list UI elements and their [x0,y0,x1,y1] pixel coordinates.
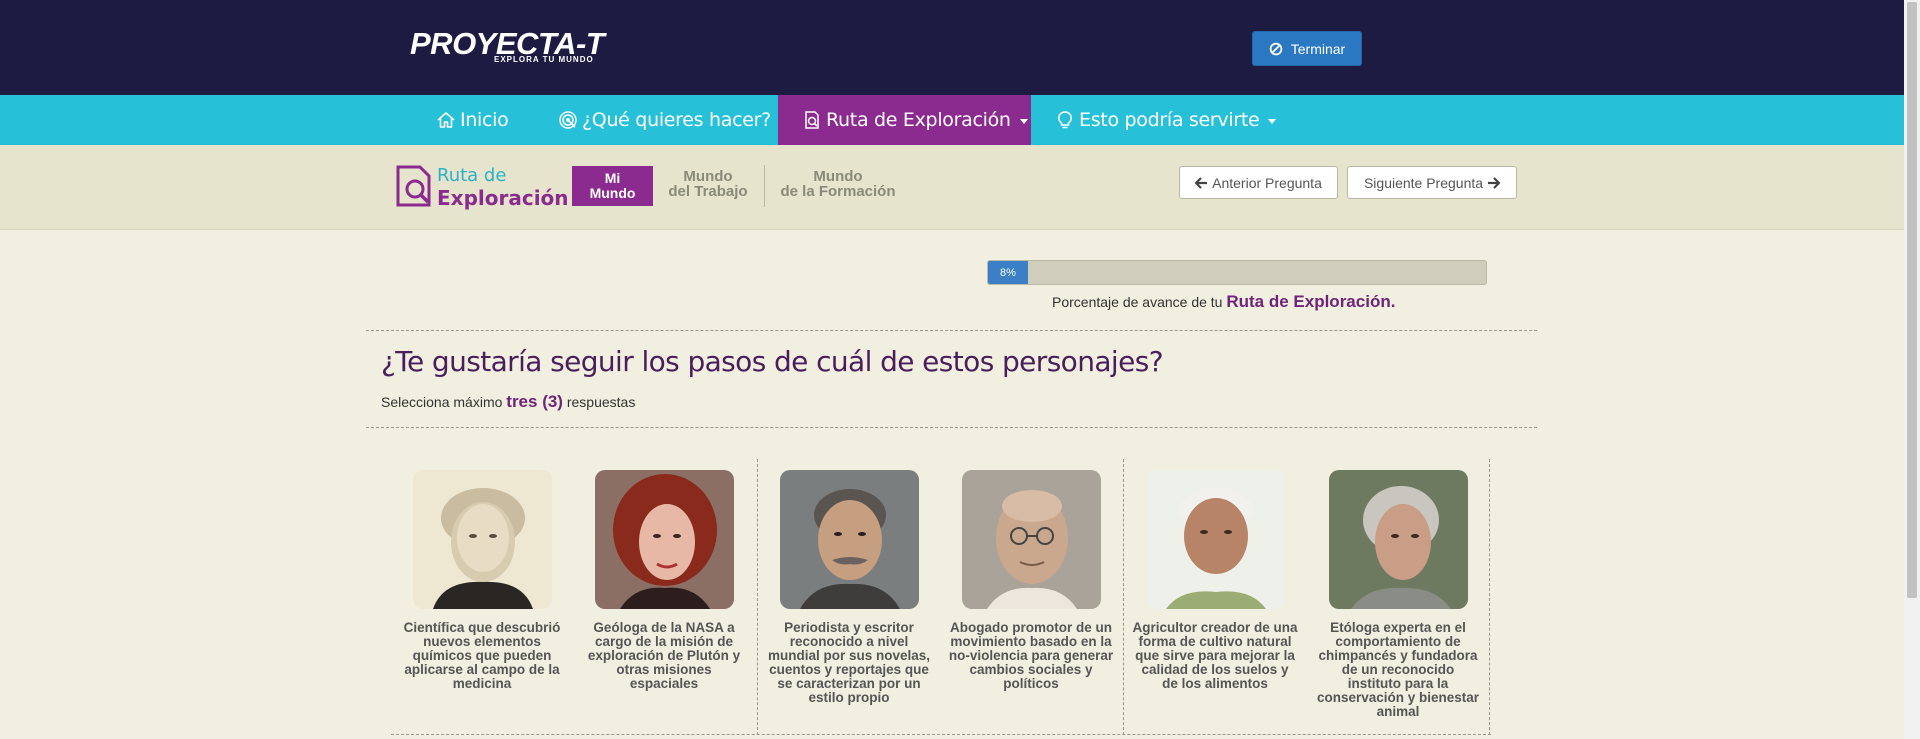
tab-formacion-line1: Mundo [813,168,863,185]
card-divider [1489,459,1490,735]
progress-bar: 8% [987,260,1487,285]
option-description: Científica que descubrió nuevos elemento… [403,620,561,691]
ruta-title-line2: Exploración [437,186,569,210]
tab-mi-mundo-line2: Mundo [589,185,636,201]
card-divider [1123,459,1124,735]
chevron-down-icon [1019,119,1028,124]
nav-label-esto-podria-servirte: Esto podría servirte [1079,109,1260,131]
option-card[interactable]: Periodista y escritor reconocido a nivel… [766,470,932,705]
ban-icon [1269,42,1283,55]
siguiente-pregunta-button[interactable]: Siguiente Pregunta [1347,166,1517,199]
tab-mundo-de-la-formacion[interactable]: Mundo de la Formación [778,169,898,199]
option-description: Geóloga de la NASA a cargo de la misión … [587,620,741,691]
progress-caption: Porcentaje de avance de tu Ruta de Explo… [1052,292,1395,312]
option-description: Periodista y escritor reconocido a nivel… [767,620,931,705]
nav-label-que-quieres-hacer: ¿Qué quieres hacer? [582,109,771,131]
portrait-photo [779,470,919,609]
option-card[interactable]: Etóloga experta en el comportamiento de … [1315,470,1481,719]
terminar-button[interactable]: Terminar [1252,31,1362,66]
nav-item-ruta-de-exploracion[interactable]: Ruta de Exploración [778,95,1031,145]
question-title: ¿Te gustaría seguir los pasos de cuál de… [381,345,1164,378]
divider [391,734,1491,735]
main-nav: Inicio ¿Qué quieres hacer? Ruta de Explo… [0,95,1904,145]
arrow-left-icon [1195,176,1208,189]
tab-formacion-line2: de la Formación [780,183,896,200]
top-header: PROYECTA-T EXPLORA TU MUNDO Terminar [0,0,1904,95]
nav-label-inicio: Inicio [460,109,509,131]
search-doc-icon [396,165,431,207]
portrait-photo [1145,470,1285,609]
tab-mi-mundo[interactable]: Mi Mundo [572,166,653,206]
portrait-photo [961,470,1101,609]
portrait-photo [412,470,552,609]
tab-mundo-del-trabajo[interactable]: Mundo del Trabajo [668,169,748,199]
option-card[interactable]: Abogado promotor de un movimiento basado… [948,470,1114,691]
instruction-prefix: Selecciona máximo [381,394,507,410]
portrait-photo [594,470,734,609]
option-card[interactable]: Agricultor creador de una forma de culti… [1132,470,1298,691]
progress-caption-text: Porcentaje de avance de tu [1052,294,1227,310]
nav-item-que-quieres-hacer[interactable]: ¿Qué quieres hacer? [558,95,771,145]
terminar-label: Terminar [1290,40,1346,57]
option-description: Abogado promotor de un movimiento basado… [948,620,1114,691]
exploration-subnav: Ruta de Exploración Mi Mundo Mundo del T… [0,145,1904,230]
siguiente-pregunta-label: Siguiente Pregunta [1363,174,1484,191]
anterior-pregunta-button[interactable]: Anterior Pregunta [1179,166,1338,199]
home-icon [437,112,455,128]
target-icon [559,111,577,129]
proyecta-t-logo[interactable]: PROYECTA-T EXPLORA TU MUNDO [410,28,632,64]
tab-mi-mundo-line1: Mi [604,170,621,186]
ruta-title-line1: Ruta de [437,165,507,186]
chevron-down-icon [1268,119,1277,124]
scrollbar-thumb[interactable] [1907,2,1917,598]
logo-tagline: EXPLORA TU MUNDO [494,55,594,64]
portrait-photo [1328,470,1468,609]
divider [366,330,1537,331]
tab-trabajo-line1: Mundo [683,168,733,185]
question-instruction: Selecciona máximo tres (3) respuestas [381,392,635,412]
tab-trabajo-line2: del Trabajo [668,183,748,200]
instruction-highlight: tres (3) [506,392,563,411]
card-divider [757,459,758,735]
instruction-suffix: respuestas [562,394,636,410]
anterior-pregunta-label: Anterior Pregunta [1212,174,1322,191]
option-card[interactable]: Geóloga de la NASA a cargo de la misión … [581,470,747,691]
tab-divider [764,165,765,207]
option-card[interactable]: Científica que descubrió nuevos elemento… [399,470,565,691]
search-doc-icon [805,111,819,129]
vertical-scrollbar[interactable] [1904,0,1920,739]
progress-caption-highlight: Ruta de Exploración. [1226,292,1396,311]
nav-label-ruta-de-exploracion: Ruta de Exploración [826,109,1011,131]
nav-item-inicio[interactable]: Inicio [436,95,509,145]
option-description: Agricultor creador de una forma de culti… [1132,620,1298,691]
divider [366,427,1537,428]
progress-fill: 8% [988,261,1028,284]
lightbulb-icon [1058,111,1072,129]
nav-item-esto-podria-servirte[interactable]: Esto podría servirte [1055,95,1277,145]
option-description: Etóloga experta en el comportamiento de … [1316,620,1480,719]
arrow-right-icon [1488,176,1501,189]
